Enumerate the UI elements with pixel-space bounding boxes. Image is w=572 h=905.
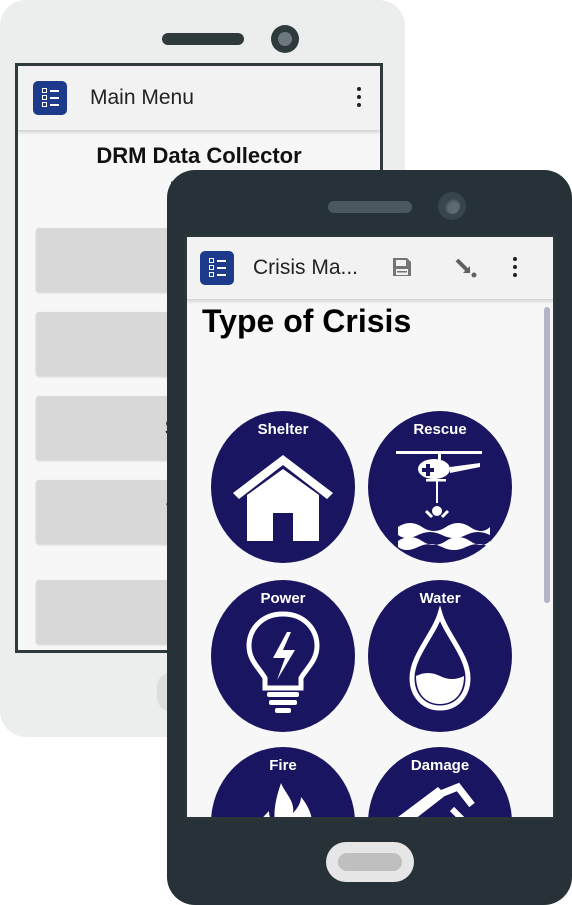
crisis-label: Rescue bbox=[413, 421, 467, 438]
crisis-tile-rescue[interactable]: Rescue bbox=[368, 411, 512, 563]
scrollbar[interactable] bbox=[544, 307, 550, 603]
save-icon[interactable] bbox=[391, 256, 413, 278]
front-app-bar: Crisis Ma... bbox=[187, 237, 553, 300]
page-title: Type of Crisis bbox=[202, 303, 412, 339]
back-phone-speaker bbox=[162, 33, 244, 45]
app-bar-title: Main Menu bbox=[90, 86, 194, 109]
app-heading: DRM Data Collector bbox=[96, 143, 302, 168]
crisis-tile-damage[interactable]: Damage bbox=[368, 747, 512, 817]
crisis-label: Shelter bbox=[257, 421, 309, 438]
crisis-tile-fire[interactable]: Fire bbox=[211, 747, 355, 817]
checklist-icon bbox=[200, 251, 234, 285]
app-bar-title: Crisis Ma... bbox=[253, 256, 358, 279]
back-phone-camera bbox=[271, 25, 299, 53]
front-phone-screen: Crisis Ma... Type of Crisis Shelter Resc… bbox=[184, 234, 556, 820]
more-vert-icon[interactable] bbox=[356, 87, 362, 109]
crisis-tile-power[interactable]: Power bbox=[211, 580, 355, 732]
back-app-bar: Main Menu bbox=[18, 66, 380, 131]
more-vert-icon[interactable] bbox=[512, 257, 518, 279]
crisis-label: Water bbox=[419, 590, 461, 607]
front-phone-speaker bbox=[328, 201, 412, 213]
front-phone: Crisis Ma... Type of Crisis Shelter Resc… bbox=[167, 170, 572, 905]
crisis-label: Damage bbox=[410, 757, 470, 774]
front-phone-camera bbox=[438, 192, 466, 220]
front-phone-home-button[interactable] bbox=[326, 842, 414, 882]
crisis-label: Fire bbox=[269, 757, 297, 774]
crisis-label: Power bbox=[260, 590, 306, 607]
submit-icon[interactable] bbox=[454, 257, 478, 279]
crisis-tile-water[interactable]: Water bbox=[368, 580, 512, 732]
crisis-tile-shelter[interactable]: Shelter bbox=[211, 411, 355, 563]
checklist-icon bbox=[33, 81, 67, 115]
